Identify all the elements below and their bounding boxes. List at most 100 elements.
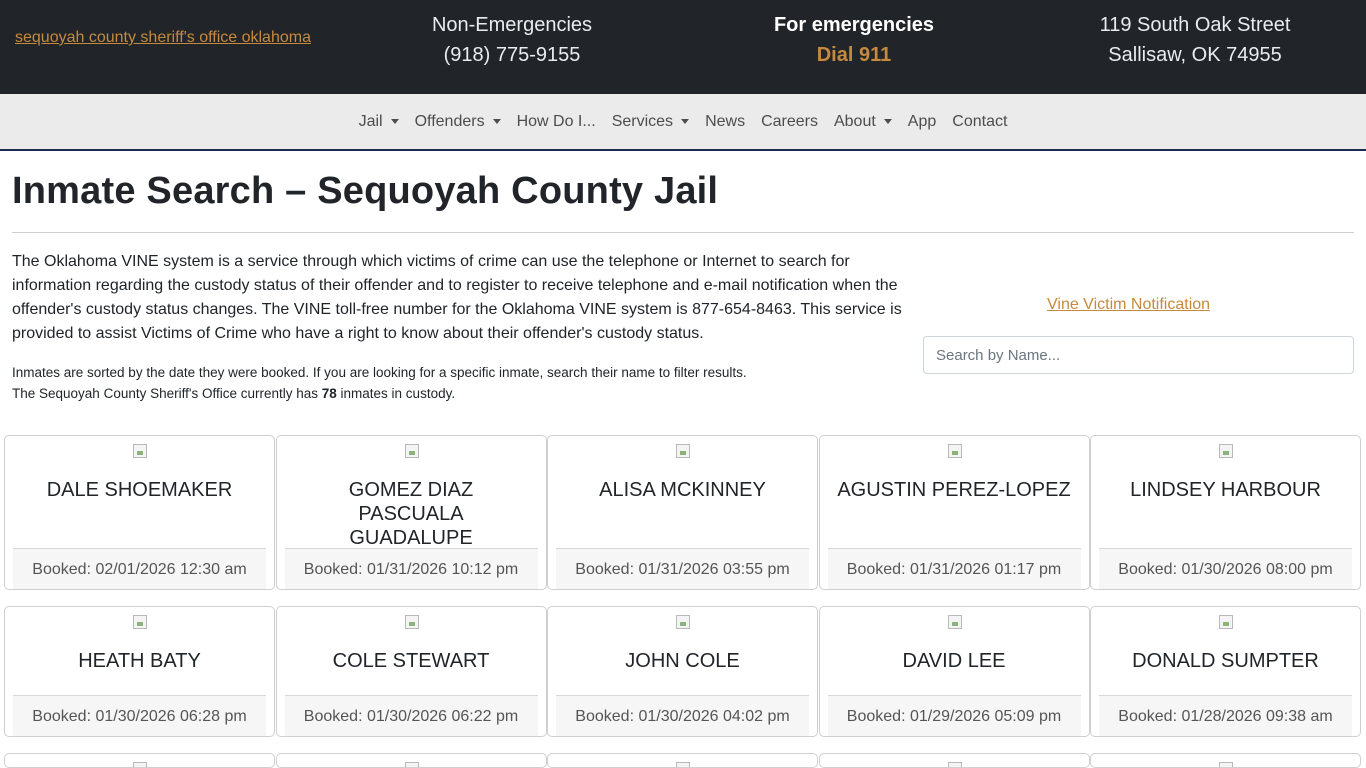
- inmate-card[interactable]: [1090, 753, 1361, 768]
- nav-item-label: Services: [611, 112, 674, 130]
- nav-item-jail[interactable]: Jail: [351, 113, 407, 131]
- inmate-card[interactable]: JOHN COLE Booked: 01/30/2026 04:02 pm: [547, 606, 818, 737]
- emergency-label: For emergencies: [773, 14, 935, 36]
- inmate-name[interactable]: LINDSEY HARBOUR: [1091, 478, 1360, 502]
- inmate-count: 78: [321, 386, 337, 401]
- address-line-1: 119 South Oak Street: [1099, 14, 1291, 36]
- nav-item-news[interactable]: News: [697, 113, 753, 131]
- broken-image-icon: [676, 762, 690, 767]
- broken-image-icon: [1219, 615, 1233, 629]
- nav-item-contact[interactable]: Contact: [944, 113, 1015, 131]
- caret-down-icon: [492, 119, 501, 124]
- booked-date: Booked: 01/28/2026 09:38 am: [1099, 695, 1352, 736]
- inmate-photo: [1219, 615, 1235, 631]
- inmate-photo: [947, 762, 964, 767]
- vine-intro-text: The Oklahoma VINE system is a service th…: [12, 253, 902, 342]
- inmate-name[interactable]: JOHN COLE: [548, 649, 817, 673]
- broken-image-icon: [404, 615, 419, 629]
- non-emergency-phone[interactable]: (918) 775-9155: [412, 40, 612, 70]
- vine-alt-text: Vine Victim Notification: [1047, 296, 1211, 313]
- nav-list: Jail Offenders How Do I... Services News Care…: [0, 94, 1366, 149]
- nav-item-about[interactable]: About: [826, 113, 900, 131]
- sort-note: Inmates are sorted by the date they were…: [12, 365, 747, 380]
- caret-down-icon: [681, 119, 690, 124]
- broken-image-icon: [133, 444, 147, 458]
- inmate-card[interactable]: COLE STEWART Booked: 01/30/2026 06:22 pm: [275, 606, 547, 737]
- caret-down-icon: [390, 119, 399, 124]
- nav-item-label: About: [833, 112, 876, 130]
- inmate-card[interactable]: HEATH BATY Booked: 01/30/2026 06:28 pm: [4, 606, 275, 737]
- nav-item-label: News: [705, 112, 746, 130]
- title-divider: [12, 232, 1354, 233]
- inmate-photo: [404, 762, 421, 767]
- inmate-photo: [133, 615, 149, 631]
- inmate-search-input[interactable]: [923, 336, 1354, 374]
- inmate-card[interactable]: LINDSEY HARBOUR Booked: 01/30/2026 08:00 …: [1090, 435, 1361, 590]
- nav-item-offenders[interactable]: Offenders: [407, 113, 509, 131]
- booked-date: Booked: 01/30/2026 06:22 pm: [284, 695, 538, 736]
- broken-image-icon: [133, 615, 147, 629]
- caret-down-icon: [883, 119, 892, 124]
- nav-item-services[interactable]: Services: [604, 113, 697, 131]
- inmate-card[interactable]: [818, 753, 1090, 768]
- inmate-card[interactable]: [547, 753, 818, 768]
- booked-date: Booked: 01/30/2026 04:02 pm: [556, 695, 809, 736]
- inmate-name[interactable]: DAVID LEE: [820, 649, 1089, 673]
- broken-image-icon: [1219, 762, 1233, 767]
- site-logo-link[interactable]: sequoyah county sheriff's office oklahom…: [15, 29, 311, 47]
- broken-image-icon: [947, 615, 962, 629]
- inmate-photo: [676, 615, 692, 631]
- inmate-card[interactable]: DAVID LEE Booked: 01/29/2026 05:09 pm: [818, 606, 1090, 737]
- inmate-name[interactable]: ALISA MCKINNEY: [548, 478, 817, 502]
- vine-notification-link[interactable]: Vine Victim Notification: [1047, 296, 1210, 314]
- inmate-photo: [676, 762, 692, 767]
- nav-item-label: Offenders: [414, 112, 485, 130]
- emergency-number[interactable]: Dial 911: [740, 40, 968, 70]
- main-nav: Jail Offenders How Do I... Services News Care…: [0, 94, 1366, 151]
- booked-date: Booked: 01/31/2026 10:12 pm: [284, 548, 538, 589]
- inmate-photo: [947, 615, 964, 631]
- office-address: 119 South Oak Street Sallisaw, OK 74955: [1075, 10, 1315, 70]
- site-header: sequoyah county sheriff's office oklahom…: [0, 0, 1366, 94]
- inmate-photo: [1219, 444, 1235, 460]
- emergency-contact: For emergencies Dial 911: [740, 10, 968, 70]
- address-line-2: Sallisaw, OK 74955: [1108, 44, 1282, 66]
- inmate-photo: [404, 444, 421, 460]
- inmate-card[interactable]: [4, 753, 275, 768]
- broken-image-icon: [676, 444, 690, 458]
- inmate-photo: [404, 615, 421, 631]
- inmate-card[interactable]: DONALD SUMPTER Booked: 01/28/2026 09:38 a…: [1090, 606, 1361, 737]
- inmate-name[interactable]: DALE SHOEMAKER: [5, 478, 274, 502]
- nav-item-label: Careers: [761, 112, 818, 130]
- inmate-card[interactable]: GOMEZ DIAZ PASCUALA GUADALUPE Booked: 01/…: [275, 435, 547, 590]
- inmate-card[interactable]: DALE SHOEMAKER Booked: 02/01/2026 12:30 a…: [4, 435, 275, 590]
- booked-date: Booked: 01/30/2026 06:28 pm: [13, 695, 266, 736]
- broken-image-icon: [947, 762, 962, 767]
- broken-image-icon: [133, 762, 147, 767]
- inmate-name[interactable]: COLE STEWART: [277, 649, 546, 673]
- inmate-name[interactable]: HEATH BATY: [5, 649, 274, 673]
- broken-image-icon: [947, 444, 962, 458]
- inmate-card[interactable]: ALISA MCKINNEY Booked: 01/31/2026 03:55 p…: [547, 435, 818, 590]
- non-emergency-contact: Non-Emergencies (918) 775-9155: [412, 10, 612, 70]
- nav-item-careers[interactable]: Careers: [753, 113, 826, 131]
- nav-item-how-do-i[interactable]: How Do I...: [509, 113, 604, 131]
- nav-item-label: App: [907, 112, 937, 130]
- page-title: Inmate Search – Sequoyah County Jail: [12, 170, 719, 212]
- broken-image-icon: [1219, 444, 1233, 458]
- inmate-info: Inmates are sorted by the date they were…: [12, 362, 907, 404]
- broken-image-icon: [404, 762, 419, 767]
- inmate-count-line: The Sequoyah County Sheriff's Office cur…: [12, 383, 907, 404]
- booked-date: Booked: 01/29/2026 05:09 pm: [827, 695, 1081, 736]
- inmate-name[interactable]: DONALD SUMPTER: [1091, 649, 1360, 673]
- count-suffix: inmates in custody.: [336, 386, 456, 401]
- inmate-name[interactable]: GOMEZ DIAZ PASCUALA GUADALUPE: [277, 478, 546, 550]
- inmate-photo: [133, 762, 149, 767]
- inmate-card[interactable]: AGUSTIN PEREZ-LOPEZ Booked: 01/31/2026 01…: [818, 435, 1090, 590]
- booked-date: Booked: 01/31/2026 03:55 pm: [556, 548, 809, 589]
- inmate-photo: [133, 444, 149, 460]
- inmate-card[interactable]: [275, 753, 547, 768]
- inmate-name[interactable]: AGUSTIN PEREZ-LOPEZ: [820, 478, 1089, 502]
- nav-item-app[interactable]: App: [900, 113, 944, 131]
- broken-image-icon: [676, 615, 690, 629]
